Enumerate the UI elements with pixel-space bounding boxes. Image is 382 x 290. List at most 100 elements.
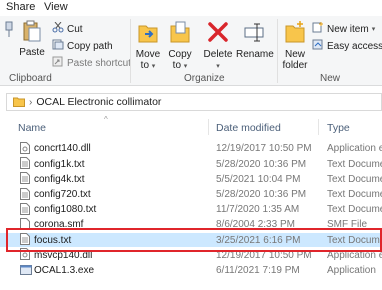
dll-icon — [20, 142, 30, 157]
file-date-modified: 5/28/2020 10:36 PM — [216, 188, 307, 200]
new-folder-icon — [280, 20, 310, 47]
file-name: corona.smf — [34, 219, 84, 231]
file-date-modified: 11/7/2020 1:35 AM — [216, 204, 300, 216]
delete-label: Delete ▾ — [203, 49, 233, 70]
clipboard-group-label: Clipboard — [9, 73, 52, 84]
file-name: msvcp140.dll — [34, 249, 93, 261]
file-date-modified: 12/19/2017 10:50 PM — [216, 143, 312, 155]
tab-share[interactable]: Share — [6, 1, 35, 13]
file-date-modified: 5/28/2020 10:36 PM — [216, 158, 307, 170]
dll-icon — [20, 248, 30, 263]
copy-to-icon — [166, 20, 194, 47]
file-type: Text Docume — [327, 158, 382, 170]
file-name: OCAL1.3.exe — [34, 264, 95, 276]
cut-button[interactable]: Cut — [52, 21, 83, 36]
paste-shortcut-label: Paste shortcut — [67, 57, 131, 69]
file-type: Text Docume — [327, 188, 382, 200]
file-row[interactable]: config4k.txt 5/5/2021 10:04 PM Text Docume — [0, 172, 382, 186]
file-row[interactable]: msvcp140.dll 12/19/2017 10:50 PM Applicati… — [0, 248, 382, 262]
file-date-modified: 3/25/2021 6:16 PM — [216, 234, 301, 246]
breadcrumb-chevron-icon[interactable]: › — [29, 97, 32, 108]
file-type: SMF File — [327, 219, 367, 231]
easy-access-label: Easy access — [327, 40, 382, 52]
new-item-icon — [312, 22, 324, 36]
column-header-type[interactable]: Type — [327, 122, 350, 138]
column-header-date[interactable]: Date modified — [216, 122, 281, 138]
group-divider — [130, 19, 131, 83]
file-row[interactable]: corona.smf 8/6/2004 2:33 PM SMF File — [0, 218, 382, 232]
copy-to-button[interactable]: Copy to ▾ — [166, 20, 194, 72]
address-bar[interactable]: › OCAL Electronic collimator — [6, 93, 382, 111]
sort-caret-icon: ^ — [104, 115, 108, 124]
file-type: Application — [327, 264, 376, 276]
column-divider[interactable] — [318, 119, 319, 135]
file-type: Text Docume — [327, 173, 382, 185]
move-to-label: Move to ▾ — [135, 49, 161, 71]
breadcrumb-current[interactable]: OCAL Electronic collimator — [36, 96, 161, 108]
rename-label: Rename — [236, 49, 274, 60]
ribbon: Paste Cut Copy path Paste shortcut Clipb… — [0, 16, 382, 86]
file-type: Text Docume — [327, 204, 382, 216]
folder-icon — [13, 97, 25, 107]
column-divider[interactable] — [208, 119, 209, 135]
delete-x-icon — [202, 20, 234, 47]
rename-icon — [236, 20, 272, 47]
file-name: config4k.txt — [34, 173, 85, 185]
file-row[interactable]: concrt140.dll 12/19/2017 10:50 PM Applicat… — [0, 142, 382, 156]
copy-to-label: Copy to ▾ — [168, 49, 192, 71]
file-name: concrt140.dll — [34, 143, 91, 155]
ribbon-tabs: Share View — [0, 0, 382, 16]
new-folder-label: New folder — [282, 49, 308, 71]
file-icon — [20, 218, 30, 233]
file-row[interactable]: config1080.txt 11/7/2020 1:35 AM Text Docu… — [0, 202, 382, 218]
file-type: Application e — [327, 249, 382, 261]
group-divider — [277, 19, 278, 83]
exe-icon — [20, 264, 32, 279]
new-item-button[interactable]: New item ▾ — [312, 22, 375, 36]
file-date-modified: 6/11/2021 7:19 PM — [216, 264, 300, 276]
delete-button[interactable]: Delete ▾ — [202, 20, 234, 72]
file-type: Text Docume — [327, 234, 382, 246]
file-name: config1080.txt — [34, 204, 97, 216]
file-date-modified: 12/19/2017 10:50 PM — [216, 249, 312, 261]
paste-shortcut-icon — [52, 56, 64, 70]
txt-icon — [20, 187, 30, 203]
paste-icon — [18, 20, 46, 45]
txt-icon — [20, 157, 30, 172]
file-name: focus.txt — [34, 234, 72, 246]
file-name: config1k.txt — [34, 158, 85, 170]
file-row[interactable]: config720.txt 5/28/2020 10:36 PM Text Docu… — [0, 187, 382, 203]
file-type: Application e — [327, 143, 382, 155]
copy-path-button[interactable]: Copy path — [52, 39, 113, 53]
pin-icon — [2, 20, 16, 41]
txt-icon — [20, 233, 30, 248]
easy-access-icon — [312, 39, 324, 53]
paste-shortcut-button[interactable]: Paste shortcut — [52, 56, 131, 70]
paste-label: Paste — [19, 47, 45, 58]
paste-button[interactable]: Paste — [18, 20, 46, 58]
new-folder-button[interactable]: New folder — [280, 20, 310, 71]
copy-path-label: Copy path — [67, 40, 113, 52]
tab-view[interactable]: View — [44, 1, 68, 13]
scissors-icon — [52, 21, 64, 36]
file-name: config720.txt — [34, 188, 91, 200]
column-header-name[interactable]: Name — [18, 122, 46, 138]
txt-icon — [20, 202, 30, 218]
easy-access-button[interactable]: Easy access ▾ — [312, 39, 382, 53]
move-to-button[interactable]: Move to ▾ — [134, 20, 162, 72]
file-date-modified: 5/5/2021 10:04 PM — [216, 173, 301, 185]
new-group-label: New — [320, 73, 341, 84]
file-date-modified: 8/6/2004 2:33 PM — [216, 219, 295, 231]
file-row[interactable]: focus.txt 3/25/2021 6:16 PM Text Docume — [0, 233, 382, 247]
txt-icon — [20, 172, 30, 187]
cut-label: Cut — [67, 23, 83, 35]
file-row[interactable]: config1k.txt 5/28/2020 10:36 PM Text Docum… — [0, 157, 382, 171]
rename-button[interactable]: Rename — [236, 20, 274, 60]
move-to-icon — [134, 20, 162, 47]
organize-group-label: Organize — [184, 73, 225, 84]
pin-to-quick-access-button[interactable] — [2, 20, 16, 43]
new-item-label: New item — [327, 23, 369, 35]
file-row[interactable]: OCAL1.3.exe 6/11/2021 7:19 PM Application — [0, 264, 382, 278]
chevron-down-icon: ▾ — [371, 26, 376, 33]
copy-path-icon — [52, 39, 64, 53]
